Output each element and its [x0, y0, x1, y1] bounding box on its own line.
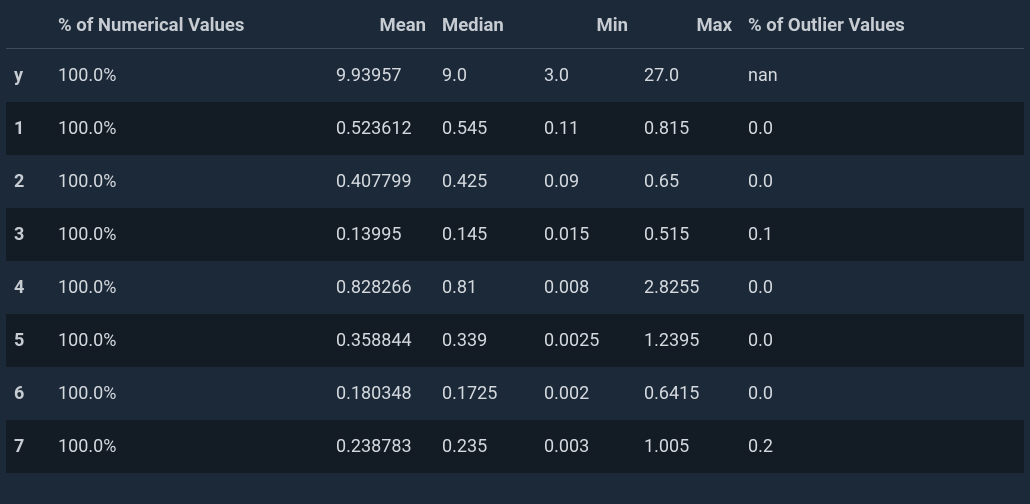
- cell-max: 1.2395: [636, 314, 740, 367]
- cell-max: 0.815: [636, 102, 740, 155]
- cell-min: 0.0025: [536, 314, 636, 367]
- row-label: y: [6, 49, 50, 103]
- cell-max: 27.0: [636, 49, 740, 103]
- table-row: 4100.0%0.8282660.810.0082.82550.0: [6, 261, 1024, 314]
- cell-median: 0.1725: [434, 367, 536, 420]
- table-row: y100.0%9.939579.03.027.0nan: [6, 49, 1024, 103]
- table-body: y100.0%9.939579.03.027.0nan1100.0%0.5236…: [6, 49, 1024, 474]
- row-label: 5: [6, 314, 50, 367]
- cell-max: 0.65: [636, 155, 740, 208]
- cell-median: 0.339: [434, 314, 536, 367]
- cell-median: 9.0: [434, 49, 536, 103]
- stats-table: % of Numerical Values Mean Median Min Ma…: [6, 0, 1024, 473]
- cell-mean: 0.13995: [328, 208, 434, 261]
- cell-max: 1.005: [636, 420, 740, 473]
- cell-pct-outlier: nan: [740, 49, 1024, 103]
- row-label: 1: [6, 102, 50, 155]
- cell-median: 0.145: [434, 208, 536, 261]
- cell-mean: 0.358844: [328, 314, 434, 367]
- cell-pct-outlier: 0.0: [740, 367, 1024, 420]
- table-row: 5100.0%0.3588440.3390.00251.23950.0: [6, 314, 1024, 367]
- cell-min: 0.09: [536, 155, 636, 208]
- cell-pct-numerical: 100.0%: [50, 155, 328, 208]
- cell-pct-numerical: 100.0%: [50, 314, 328, 367]
- cell-mean: 9.93957: [328, 49, 434, 103]
- table-row: 6100.0%0.1803480.17250.0020.64150.0: [6, 367, 1024, 420]
- row-label: 6: [6, 367, 50, 420]
- cell-pct-outlier: 0.0: [740, 155, 1024, 208]
- cell-max: 0.6415: [636, 367, 740, 420]
- cell-median: 0.425: [434, 155, 536, 208]
- table-row: 3100.0%0.139950.1450.0150.5150.1: [6, 208, 1024, 261]
- cell-min: 3.0: [536, 49, 636, 103]
- cell-mean: 0.238783: [328, 420, 434, 473]
- stats-table-container: % of Numerical Values Mean Median Min Ma…: [0, 0, 1030, 485]
- cell-pct-numerical: 100.0%: [50, 420, 328, 473]
- col-header-mean: Mean: [328, 0, 434, 49]
- table-header: % of Numerical Values Mean Median Min Ma…: [6, 0, 1024, 49]
- cell-mean: 0.523612: [328, 102, 434, 155]
- cell-pct-outlier: 0.0: [740, 102, 1024, 155]
- table-row: 1100.0%0.5236120.5450.110.8150.0: [6, 102, 1024, 155]
- row-label: 7: [6, 420, 50, 473]
- row-label: 2: [6, 155, 50, 208]
- table-row: 2100.0%0.4077990.4250.090.650.0: [6, 155, 1024, 208]
- cell-min: 0.003: [536, 420, 636, 473]
- cell-pct-outlier: 0.2: [740, 420, 1024, 473]
- cell-pct-outlier: 0.0: [740, 314, 1024, 367]
- cell-min: 0.11: [536, 102, 636, 155]
- cell-mean: 0.180348: [328, 367, 434, 420]
- col-header-pct-outlier: % of Outlier Values: [740, 0, 1024, 49]
- row-label: 4: [6, 261, 50, 314]
- cell-max: 2.8255: [636, 261, 740, 314]
- cell-min: 0.002: [536, 367, 636, 420]
- cell-mean: 0.407799: [328, 155, 434, 208]
- col-header-max: Max: [636, 0, 740, 49]
- cell-pct-outlier: 0.0: [740, 261, 1024, 314]
- cell-max: 0.515: [636, 208, 740, 261]
- cell-pct-numerical: 100.0%: [50, 367, 328, 420]
- col-header-median: Median: [434, 0, 536, 49]
- cell-pct-numerical: 100.0%: [50, 49, 328, 103]
- cell-pct-numerical: 100.0%: [50, 102, 328, 155]
- cell-pct-outlier: 0.1: [740, 208, 1024, 261]
- cell-median: 0.545: [434, 102, 536, 155]
- row-label: 3: [6, 208, 50, 261]
- cell-median: 0.235: [434, 420, 536, 473]
- table-row: 7100.0%0.2387830.2350.0031.0050.2: [6, 420, 1024, 473]
- cell-mean: 0.828266: [328, 261, 434, 314]
- cell-pct-numerical: 100.0%: [50, 261, 328, 314]
- col-header-pct-numerical: % of Numerical Values: [50, 0, 328, 49]
- col-header-index: [6, 0, 50, 49]
- cell-median: 0.81: [434, 261, 536, 314]
- cell-min: 0.008: [536, 261, 636, 314]
- cell-pct-numerical: 100.0%: [50, 208, 328, 261]
- cell-min: 0.015: [536, 208, 636, 261]
- col-header-min: Min: [536, 0, 636, 49]
